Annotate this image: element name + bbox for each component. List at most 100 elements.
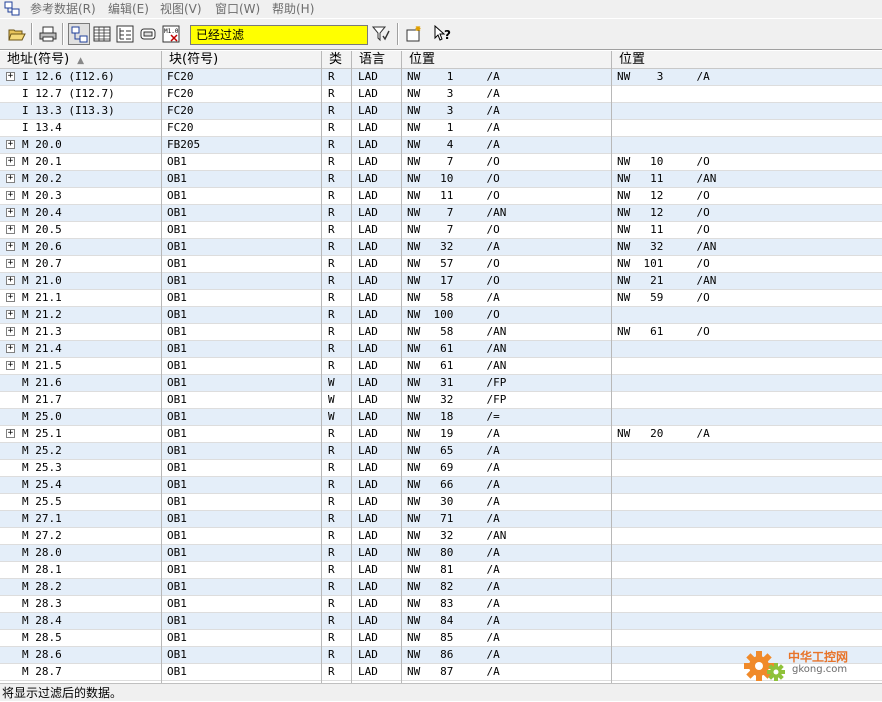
expand-icon[interactable]: +: [6, 361, 15, 370]
tree-view-icon: [116, 25, 134, 43]
expand-icon[interactable]: +: [6, 140, 15, 149]
table-row[interactable]: M 28.1 OB1 R LAD NW 81 /A: [0, 562, 882, 579]
menu-view[interactable]: 视图(V): [160, 1, 202, 17]
cell-location-1: NW 11 /O: [407, 189, 500, 202]
menu-reference-data[interactable]: 参考数据(R): [30, 1, 96, 17]
menu-bar: 参考数据(R) 编辑(E) 视图(V) 窗口(W) 帮助(H): [0, 0, 882, 18]
cell-language: LAD: [358, 138, 378, 151]
cell-language: LAD: [358, 359, 378, 372]
table-row[interactable]: M 28.3 OB1 R LAD NW 83 /A: [0, 596, 882, 613]
table-row[interactable]: M 25.4 OB1 R LAD NW 66 /A: [0, 477, 882, 494]
column-header-location-2[interactable]: 位置: [612, 51, 882, 68]
table-row[interactable]: M 27.1 OB1 R LAD NW 71 /A: [0, 511, 882, 528]
tree-view-button[interactable]: [114, 23, 136, 45]
print-button[interactable]: [37, 23, 59, 45]
table-row[interactable]: M 28.0 OB1 R LAD NW 80 /A: [0, 545, 882, 562]
cell-language: LAD: [358, 155, 378, 168]
table-row[interactable]: I 13.4 FC20 R LAD NW 1 /A: [0, 120, 882, 137]
table-row[interactable]: + M 25.1 OB1 R LAD NW 19 /A NW 20 /A: [0, 426, 882, 443]
expand-icon[interactable]: +: [6, 344, 15, 353]
filter-button[interactable]: [370, 23, 392, 45]
cell-block: OB1: [167, 240, 187, 253]
column-header-language[interactable]: 语言: [352, 51, 402, 68]
table-row[interactable]: M 25.3 OB1 R LAD NW 69 /A: [0, 460, 882, 477]
watermark-site: gkong.com: [792, 664, 848, 675]
table-row[interactable]: + M 20.5 OB1 R LAD NW 7 /O NW 11 /O: [0, 222, 882, 239]
cell-address: M 20.0: [22, 138, 62, 151]
expand-icon[interactable]: +: [6, 242, 15, 251]
table-row[interactable]: M 25.0 OB1 W LAD NW 18 /=: [0, 409, 882, 426]
table-row[interactable]: + M 21.4 OB1 R LAD NW 61 /AN: [0, 341, 882, 358]
table-row[interactable]: + I 12.6 (I12.6) FC20 R LAD NW 1 /A NW 3 /A: [0, 69, 882, 86]
assignment-icon: M1.0: [162, 25, 180, 43]
table-row[interactable]: + M 20.6 OB1 R LAD NW 32 /A NW 32 /AN: [0, 239, 882, 256]
expand-icon[interactable]: +: [6, 276, 15, 285]
table-row[interactable]: + M 20.1 OB1 R LAD NW 7 /O NW 10 /O: [0, 154, 882, 171]
table-row[interactable]: + M 20.4 OB1 R LAD NW 7 /AN NW 12 /O: [0, 205, 882, 222]
menu-help[interactable]: 帮助(H): [272, 1, 314, 17]
table-row[interactable]: M 21.6 OB1 W LAD NW 31 /FP: [0, 375, 882, 392]
expand-icon[interactable]: +: [6, 208, 15, 217]
table-row[interactable]: M 21.7 OB1 W LAD NW 32 /FP: [0, 392, 882, 409]
table-row[interactable]: + M 20.0 FB205 R LAD NW 4 /A: [0, 137, 882, 154]
table-row[interactable]: M 27.2 OB1 R LAD NW 32 /AN: [0, 528, 882, 545]
expand-icon[interactable]: +: [6, 429, 15, 438]
cell-location-1: NW 7 /AN: [407, 206, 507, 219]
cell-location-1: NW 32 /FP: [407, 393, 507, 406]
table-row[interactable]: I 13.3 (I13.3) FC20 R LAD NW 3 /A: [0, 103, 882, 120]
expand-icon[interactable]: +: [6, 293, 15, 302]
column-header-address[interactable]: 地址(符号) ▲: [0, 51, 162, 68]
app-icon[interactable]: [4, 1, 20, 17]
table-row[interactable]: M 25.5 OB1 R LAD NW 30 /A: [0, 494, 882, 511]
expand-icon[interactable]: +: [6, 174, 15, 183]
table-row[interactable]: + M 20.2 OB1 R LAD NW 10 /O NW 11 /AN: [0, 171, 882, 188]
column-header-location-1[interactable]: 位置: [402, 51, 612, 68]
expand-icon[interactable]: +: [6, 72, 15, 81]
cell-language: LAD: [358, 648, 378, 661]
cell-location-1: NW 82 /A: [407, 580, 500, 593]
assignment-button[interactable]: M1.0: [160, 23, 182, 45]
expand-icon[interactable]: +: [6, 310, 15, 319]
column-header-block[interactable]: 块(符号): [162, 51, 322, 68]
menu-window[interactable]: 窗口(W): [215, 1, 260, 17]
cell-language: LAD: [358, 546, 378, 559]
cross-reference-button[interactable]: [68, 23, 90, 45]
expand-icon[interactable]: +: [6, 327, 15, 336]
table-row[interactable]: M 25.2 OB1 R LAD NW 65 /A: [0, 443, 882, 460]
cell-location-1: NW 71 /A: [407, 512, 500, 525]
column-header-type[interactable]: 类: [322, 51, 352, 68]
cell-block: OB1: [167, 206, 187, 219]
cell-address: M 20.4: [22, 206, 62, 219]
expand-icon[interactable]: +: [6, 259, 15, 268]
column-divider: [351, 51, 352, 683]
table-row[interactable]: + M 20.3 OB1 R LAD NW 11 /O NW 12 /O: [0, 188, 882, 205]
table-row[interactable]: + M 20.7 OB1 R LAD NW 57 /O NW 101 /O: [0, 256, 882, 273]
list-view-button[interactable]: [91, 23, 113, 45]
table-row[interactable]: + M 21.0 OB1 R LAD NW 17 /O NW 21 /AN: [0, 273, 882, 290]
table-row[interactable]: I 12.7 (I12.7) FC20 R LAD NW 3 /A: [0, 86, 882, 103]
menu-edit[interactable]: 编辑(E): [108, 1, 149, 17]
table-row[interactable]: + M 21.3 OB1 R LAD NW 58 /AN NW 61 /O: [0, 324, 882, 341]
new-window-button[interactable]: [403, 23, 425, 45]
expand-icon[interactable]: +: [6, 191, 15, 200]
cell-address: M 25.1: [22, 427, 62, 440]
context-help-button[interactable]: ?: [432, 23, 454, 45]
table-row[interactable]: M 28.4 OB1 R LAD NW 84 /A: [0, 613, 882, 630]
cell-address: I 12.7 (I12.7): [22, 87, 115, 100]
cell-address: M 21.4: [22, 342, 62, 355]
overview-button[interactable]: [137, 23, 159, 45]
table-row[interactable]: + M 21.5 OB1 R LAD NW 61 /AN: [0, 358, 882, 375]
table-row[interactable]: + M 21.2 OB1 R LAD NW 100 /O: [0, 307, 882, 324]
cell-address: M 20.2: [22, 172, 62, 185]
table-row[interactable]: + M 21.1 OB1 R LAD NW 58 /A NW 59 /O: [0, 290, 882, 307]
expand-icon[interactable]: +: [6, 225, 15, 234]
cell-location-1: NW 84 /A: [407, 614, 500, 627]
overview-icon: [140, 28, 156, 40]
open-button[interactable]: [6, 23, 28, 45]
cell-type: R: [328, 631, 335, 644]
cell-type: R: [328, 240, 335, 253]
cell-type: R: [328, 121, 335, 134]
expand-icon[interactable]: +: [6, 157, 15, 166]
table-row[interactable]: M 28.2 OB1 R LAD NW 82 /A: [0, 579, 882, 596]
cell-block: OB1: [167, 529, 187, 542]
